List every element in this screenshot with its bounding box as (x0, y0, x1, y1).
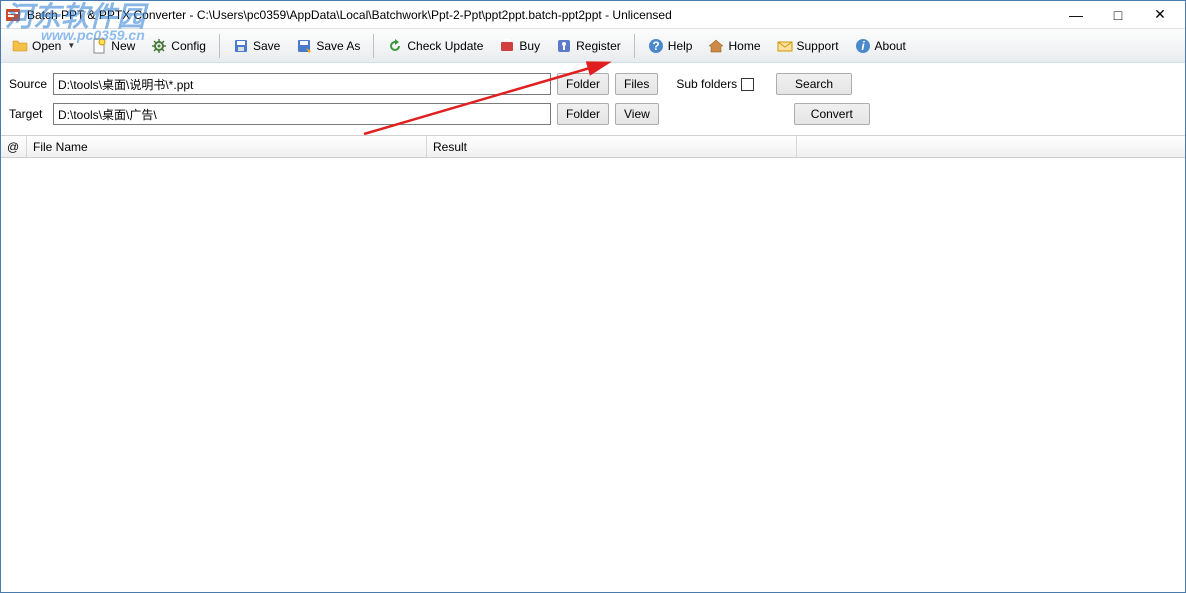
convert-button[interactable]: Convert (794, 103, 870, 125)
key-icon (556, 38, 572, 54)
toolbar: Open ▼ New Config Save Save As Check Upd… (1, 29, 1185, 63)
about-button[interactable]: i About (848, 32, 913, 60)
new-file-icon (91, 38, 107, 54)
open-folder-icon (12, 38, 28, 54)
window-title: Batch PPT & PPTX Converter - C:\Users\pc… (27, 8, 1055, 22)
col-at[interactable]: @ (1, 136, 27, 157)
register-button[interactable]: Register (549, 32, 628, 60)
chevron-down-icon: ▼ (67, 41, 75, 50)
search-button[interactable]: Search (776, 73, 852, 95)
svg-text:?: ? (652, 39, 659, 53)
col-rest[interactable] (797, 136, 1185, 157)
close-button[interactable]: ✕ (1139, 2, 1181, 28)
app-icon (5, 7, 21, 23)
save-icon (233, 38, 249, 54)
separator (219, 34, 220, 58)
separator (373, 34, 374, 58)
source-files-button[interactable]: Files (615, 73, 658, 95)
refresh-icon (387, 38, 403, 54)
subfolders-wrap: Sub folders (676, 77, 754, 91)
target-row: Target Folder View Convert (9, 103, 1177, 125)
new-button[interactable]: New (84, 32, 142, 60)
support-button[interactable]: Support (770, 32, 846, 60)
list-header: @ File Name Result (1, 136, 1185, 158)
save-button[interactable]: Save (226, 32, 287, 60)
home-icon (708, 38, 724, 54)
source-label: Source (9, 77, 47, 91)
config-button[interactable]: Config (144, 32, 213, 60)
separator (634, 34, 635, 58)
col-result[interactable]: Result (427, 136, 797, 157)
check-update-button[interactable]: Check Update (380, 32, 490, 60)
buy-button[interactable]: Buy (492, 32, 547, 60)
mail-icon (777, 38, 793, 54)
target-input[interactable] (53, 103, 551, 125)
home-button[interactable]: Home (701, 32, 767, 60)
help-button[interactable]: ? Help (641, 32, 700, 60)
col-filename[interactable]: File Name (27, 136, 427, 157)
titlebar: Batch PPT & PPTX Converter - C:\Users\pc… (1, 1, 1185, 29)
info-icon: i (855, 38, 871, 54)
minimize-button[interactable]: — (1055, 2, 1097, 28)
form-area: Source Folder Files Sub folders Search T… (1, 63, 1185, 136)
cart-icon (499, 38, 515, 54)
source-folder-button[interactable]: Folder (557, 73, 609, 95)
help-icon: ? (648, 38, 664, 54)
save-as-icon (296, 38, 312, 54)
target-view-button[interactable]: View (615, 103, 659, 125)
subfolders-label: Sub folders (676, 77, 737, 91)
source-input[interactable] (53, 73, 551, 95)
open-button[interactable]: Open ▼ (5, 32, 82, 60)
source-row: Source Folder Files Sub folders Search (9, 73, 1177, 95)
target-label: Target (9, 107, 47, 121)
window-controls: — □ ✕ (1055, 2, 1181, 28)
gear-icon (151, 38, 167, 54)
save-as-button[interactable]: Save As (289, 32, 367, 60)
target-folder-button[interactable]: Folder (557, 103, 609, 125)
subfolders-checkbox[interactable] (741, 78, 754, 91)
maximize-button[interactable]: □ (1097, 2, 1139, 28)
